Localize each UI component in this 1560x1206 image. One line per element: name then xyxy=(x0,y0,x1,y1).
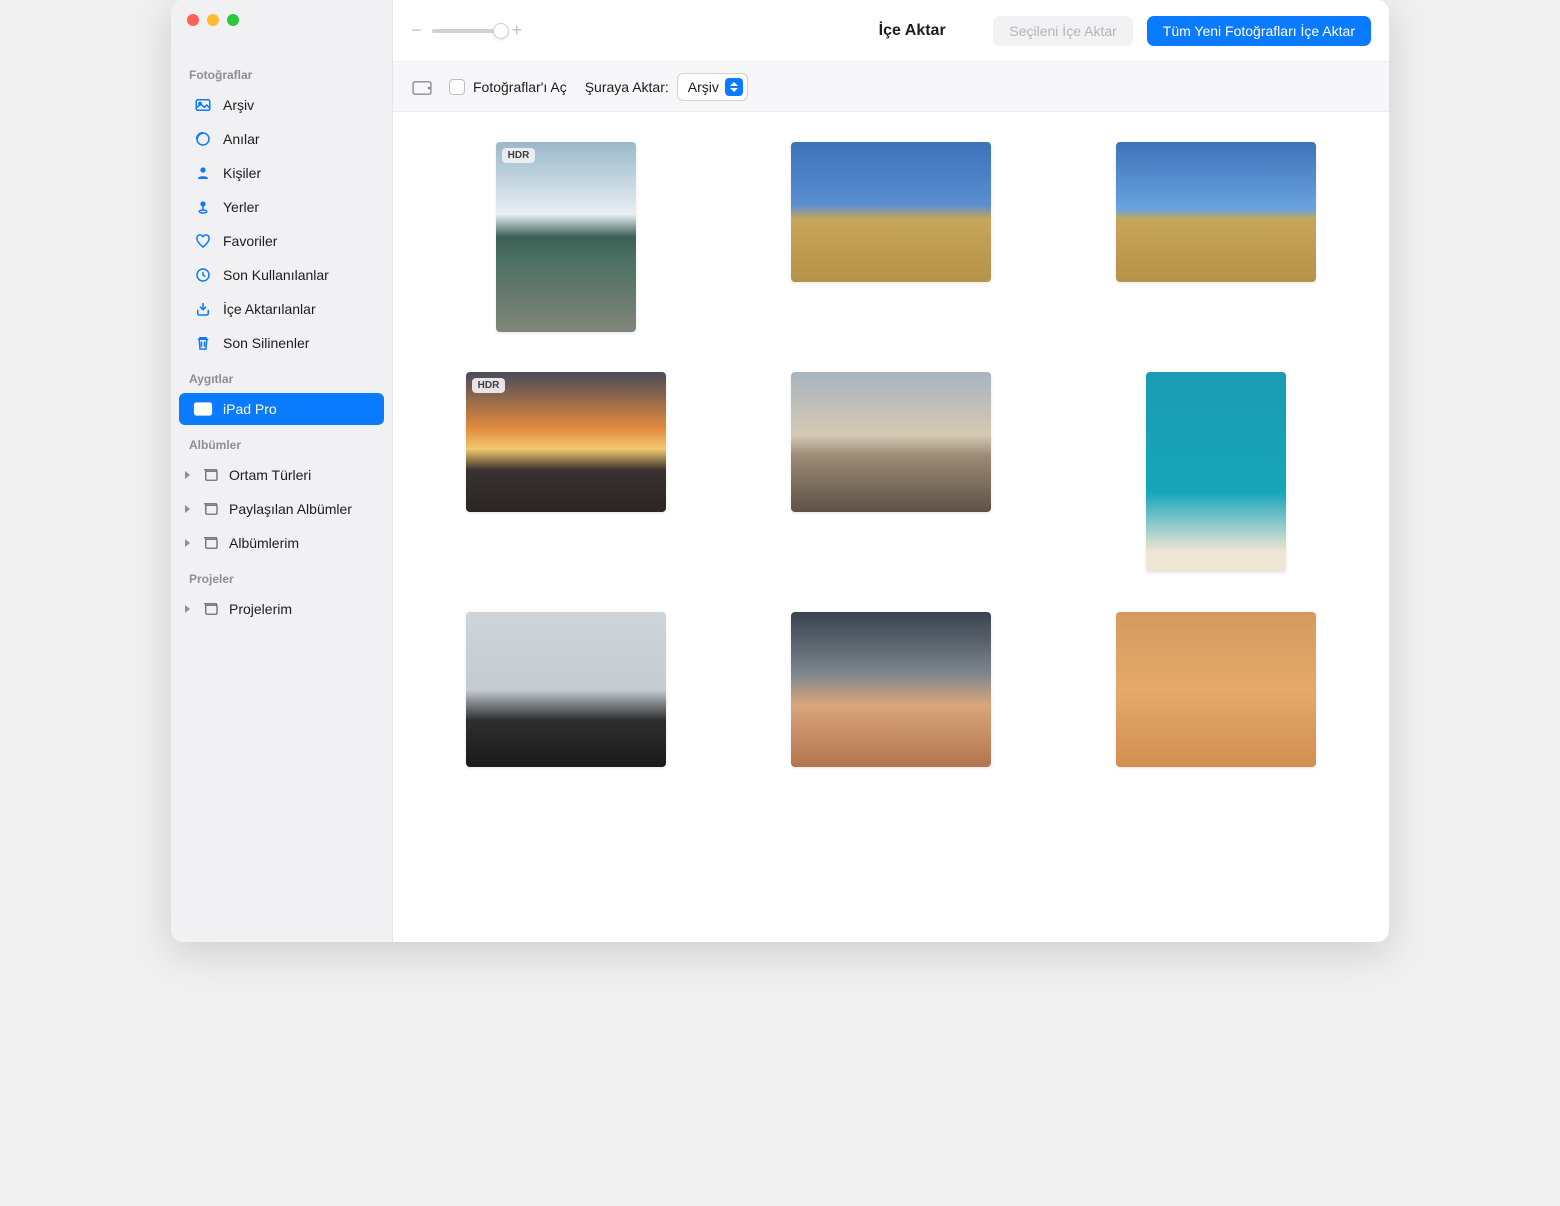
zoom-track[interactable] xyxy=(432,29,502,33)
maximize-window-button[interactable] xyxy=(227,14,239,26)
sidebar: Fotoğraflar Arşiv Anılar Kişiler Yerler xyxy=(171,0,393,942)
photo-grid: HDR HDR xyxy=(393,112,1389,942)
transfer-destination-select[interactable]: Arşiv xyxy=(677,73,748,101)
chevron-right-icon xyxy=(183,470,193,480)
sidebar-item-label: Son Silinenler xyxy=(223,335,309,351)
photo-library-icon xyxy=(193,95,213,115)
photo-thumbnail[interactable] xyxy=(1116,142,1316,282)
memory-icon xyxy=(193,129,213,149)
album-icon xyxy=(201,533,221,553)
sidebar-item-label: Arşiv xyxy=(223,97,254,113)
chevron-right-icon xyxy=(183,604,193,614)
hdr-badge: HDR xyxy=(472,378,506,393)
album-icon xyxy=(201,599,221,619)
clock-icon xyxy=(193,265,213,285)
toolbar: − + İçe Aktar Seçileni İçe Aktar Tüm Yen… xyxy=(393,0,1389,62)
sidebar-section-photos-header: Fotoğraflar xyxy=(171,64,392,88)
sidebar-item-label: Ortam Türleri xyxy=(229,467,311,483)
chevron-right-icon xyxy=(183,504,193,514)
sidebar-item-my-albums[interactable]: Albümlerim xyxy=(175,527,388,559)
zoom-in-button[interactable]: + xyxy=(512,20,523,41)
sidebar-item-label: Yerler xyxy=(223,199,259,215)
photo-thumbnail[interactable] xyxy=(791,142,991,282)
app-window: Fotoğraflar Arşiv Anılar Kişiler Yerler xyxy=(171,0,1389,942)
sidebar-item-label: Kişiler xyxy=(223,165,261,181)
minimize-window-button[interactable] xyxy=(207,14,219,26)
sidebar-item-label: Favoriler xyxy=(223,233,277,249)
page-title: İçe Aktar xyxy=(879,22,946,40)
import-icon xyxy=(193,299,213,319)
photo-thumbnail[interactable]: HDR xyxy=(466,372,666,512)
sidebar-item-label: Anılar xyxy=(223,131,260,147)
places-icon xyxy=(193,197,213,217)
main-content: − + İçe Aktar Seçileni İçe Aktar Tüm Yen… xyxy=(393,0,1389,942)
chevron-up-down-icon xyxy=(725,78,743,96)
sidebar-item-recently-deleted[interactable]: Son Silinenler xyxy=(179,327,384,359)
photo-thumbnail[interactable] xyxy=(466,612,666,767)
ipad-icon xyxy=(193,399,213,419)
import-options-bar: Fotoğraflar'ı Aç Şuraya Aktar: Arşiv xyxy=(393,62,1389,112)
sidebar-item-my-projects[interactable]: Projelerim xyxy=(175,593,388,625)
sidebar-item-label: Paylaşılan Albümler xyxy=(229,501,352,517)
import-selected-button[interactable]: Seçileni İçe Aktar xyxy=(993,16,1132,46)
photo-thumbnail[interactable]: HDR xyxy=(496,142,636,332)
trash-icon xyxy=(193,333,213,353)
sidebar-item-label: Projelerim xyxy=(229,601,292,617)
sidebar-item-label: Albümlerim xyxy=(229,535,299,551)
sidebar-item-label: iPad Pro xyxy=(223,401,277,417)
sidebar-item-recents[interactable]: Son Kullanılanlar xyxy=(179,259,384,291)
sidebar-item-favorites[interactable]: Favoriler xyxy=(179,225,384,257)
import-all-button[interactable]: Tüm Yeni Fotoğrafları İçe Aktar xyxy=(1147,16,1371,46)
heart-icon xyxy=(193,231,213,251)
photo-thumbnail[interactable] xyxy=(1116,612,1316,767)
device-icon xyxy=(411,80,431,94)
album-icon xyxy=(201,465,221,485)
sidebar-item-people[interactable]: Kişiler xyxy=(179,157,384,189)
close-window-button[interactable] xyxy=(187,14,199,26)
sidebar-item-imports[interactable]: İçe Aktarılanlar xyxy=(179,293,384,325)
sidebar-item-device-ipad[interactable]: iPad Pro xyxy=(179,393,384,425)
sidebar-section-projects-header: Projeler xyxy=(171,568,392,592)
sidebar-item-places[interactable]: Yerler xyxy=(179,191,384,223)
transfer-to-label: Şuraya Aktar: xyxy=(585,79,669,95)
person-icon xyxy=(193,163,213,183)
sidebar-item-label: Son Kullanılanlar xyxy=(223,267,329,283)
open-photos-checkbox[interactable] xyxy=(449,79,465,95)
zoom-thumb[interactable] xyxy=(493,23,509,39)
sidebar-item-shared-albums[interactable]: Paylaşılan Albümler xyxy=(175,493,388,525)
window-controls xyxy=(171,14,392,56)
sidebar-item-media-types[interactable]: Ortam Türleri xyxy=(175,459,388,491)
album-icon xyxy=(201,499,221,519)
sidebar-item-memories[interactable]: Anılar xyxy=(179,123,384,155)
sidebar-section-albums-header: Albümler xyxy=(171,434,392,458)
photo-thumbnail[interactable] xyxy=(791,372,991,512)
open-photos-label: Fotoğraflar'ı Aç xyxy=(473,79,567,95)
select-value: Arşiv xyxy=(688,79,719,95)
hdr-badge: HDR xyxy=(502,148,536,163)
photo-thumbnail[interactable] xyxy=(1146,372,1286,572)
zoom-slider[interactable]: − + xyxy=(411,20,522,41)
photo-thumbnail[interactable] xyxy=(791,612,991,767)
chevron-right-icon xyxy=(183,538,193,548)
sidebar-item-library[interactable]: Arşiv xyxy=(179,89,384,121)
sidebar-item-label: İçe Aktarılanlar xyxy=(223,301,316,317)
zoom-out-button[interactable]: − xyxy=(411,20,422,41)
sidebar-section-devices-header: Aygıtlar xyxy=(171,368,392,392)
